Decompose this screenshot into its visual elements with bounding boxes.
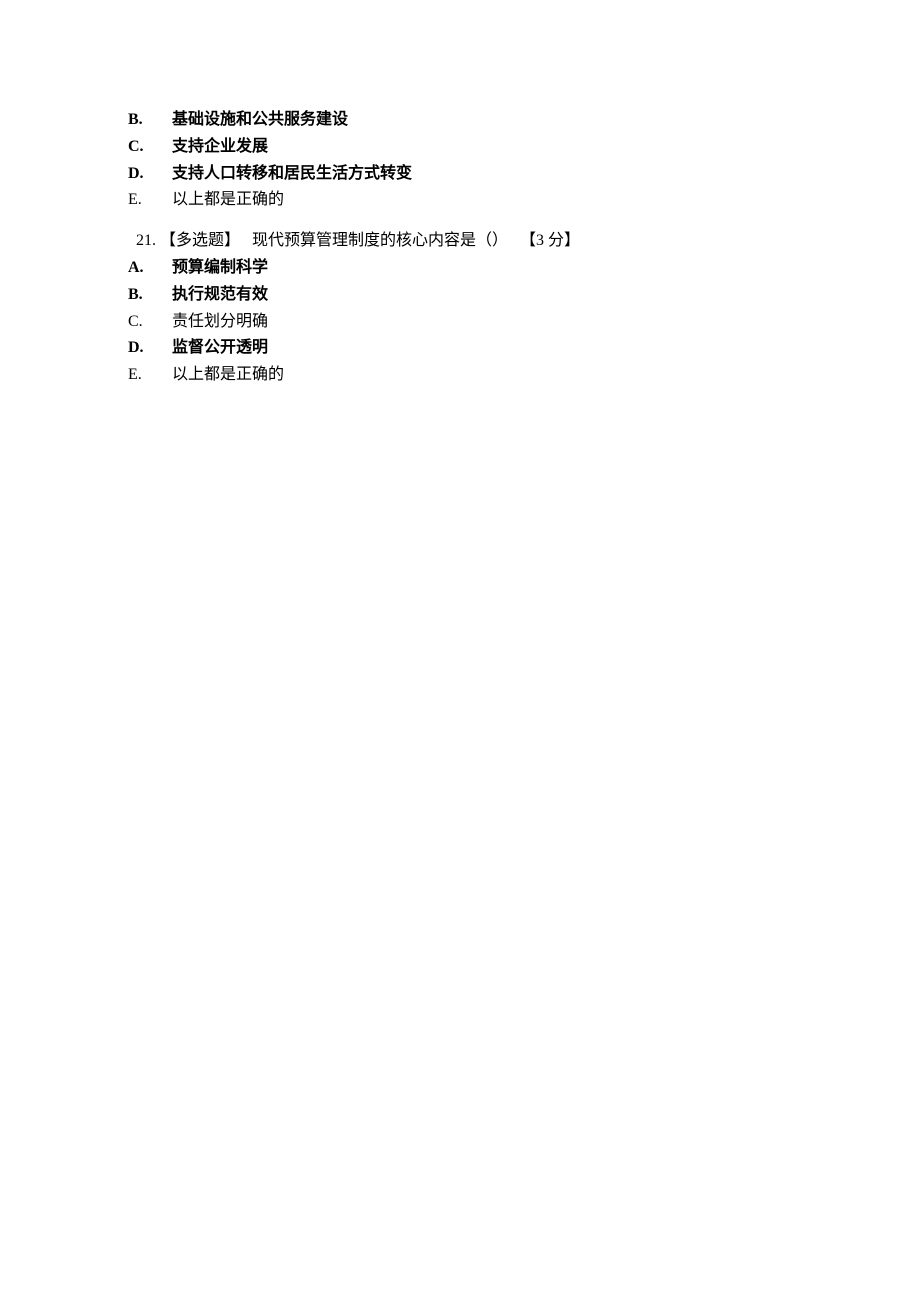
option-letter: C. <box>128 310 156 335</box>
option-letter: B. <box>128 108 156 133</box>
question-20-options: B. 基础设施和公共服务建设 C. 支持企业发展 D. 支持人口转移和居民生活方… <box>128 108 920 213</box>
option-letter: A. <box>128 256 156 281</box>
option-text: 支持人口转移和居民生活方式转变 <box>172 162 412 187</box>
question-number: 21. <box>136 232 156 249</box>
q21-option-e[interactable]: E. 以上都是正确的 <box>128 363 920 388</box>
option-letter: E. <box>128 363 156 388</box>
points-bracket-open: 【 <box>520 232 536 249</box>
option-text: 以上都是正确的 <box>172 363 284 388</box>
q21-option-b[interactable]: B. 执行规范有效 <box>128 283 920 308</box>
q21-option-a[interactable]: A. 预算编制科学 <box>128 256 920 281</box>
q20-option-c[interactable]: C. 支持企业发展 <box>128 135 920 160</box>
question-21-stem: 21. 【多选题】 现代预算管理制度的核心内容是（） 【3 分】 <box>128 229 920 254</box>
option-letter: D. <box>128 162 156 187</box>
q20-option-e[interactable]: E. 以上都是正确的 <box>128 188 920 213</box>
option-text: 支持企业发展 <box>172 135 268 160</box>
q21-option-c[interactable]: C. 责任划分明确 <box>128 310 920 335</box>
option-text: 基础设施和公共服务建设 <box>172 108 348 133</box>
points-value: 3 <box>536 232 544 249</box>
option-text: 监督公开透明 <box>172 336 268 361</box>
option-text: 执行规范有效 <box>172 283 268 308</box>
q20-option-b[interactable]: B. 基础设施和公共服务建设 <box>128 108 920 133</box>
option-letter: C. <box>128 135 156 160</box>
option-letter: E. <box>128 188 156 213</box>
points-bracket-close: 分】 <box>544 232 580 249</box>
question-21-options: A. 预算编制科学 B. 执行规范有效 C. 责任划分明确 D. 监督公开透明 … <box>128 256 920 388</box>
option-text: 以上都是正确的 <box>172 188 284 213</box>
q21-option-d[interactable]: D. 监督公开透明 <box>128 336 920 361</box>
question-tag: 【多选题】 <box>160 232 240 249</box>
option-letter: D. <box>128 336 156 361</box>
option-text: 预算编制科学 <box>172 256 268 281</box>
question-stem-text: 现代预算管理制度的核心内容是（） <box>252 232 508 249</box>
option-text: 责任划分明确 <box>172 310 268 335</box>
question-21: 21. 【多选题】 现代预算管理制度的核心内容是（） 【3 分】 <box>128 229 920 254</box>
option-letter: B. <box>128 283 156 308</box>
q20-option-d[interactable]: D. 支持人口转移和居民生活方式转变 <box>128 162 920 187</box>
